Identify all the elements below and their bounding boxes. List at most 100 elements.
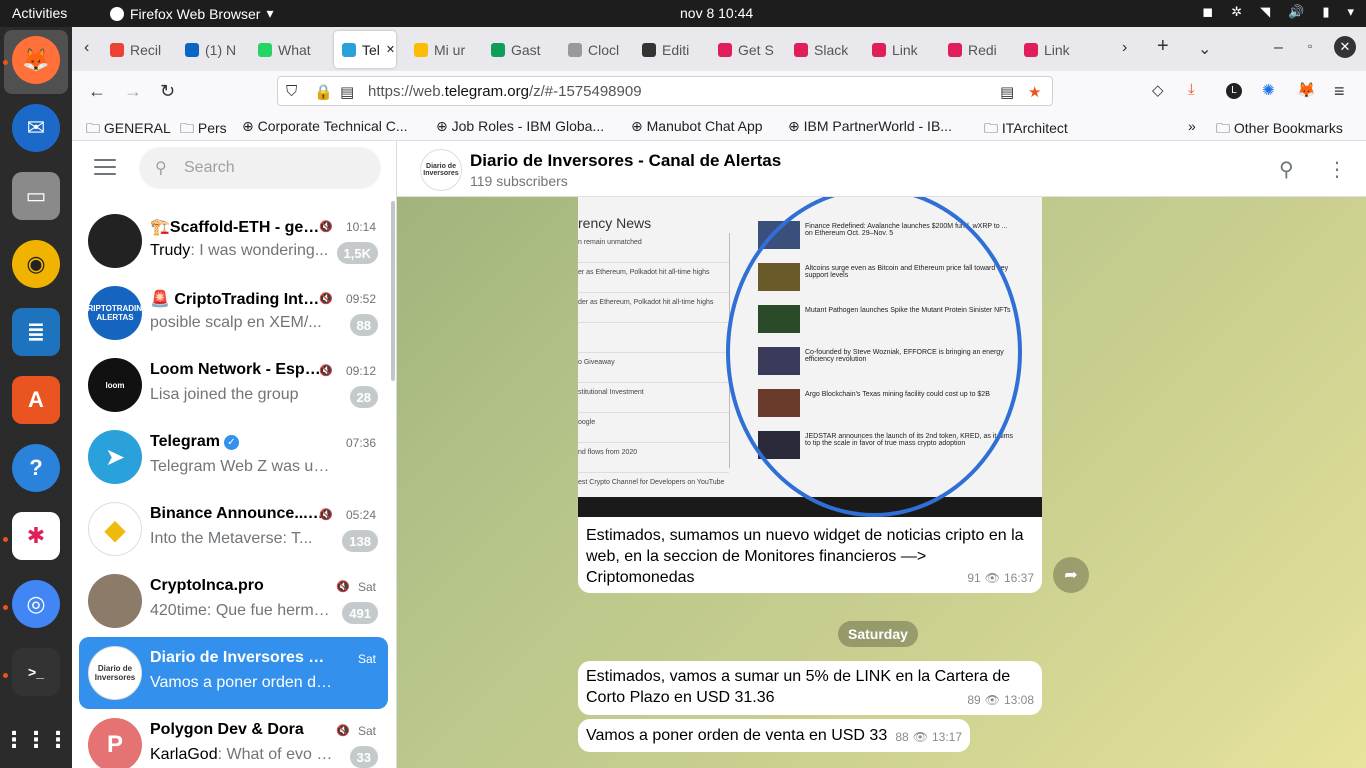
reload-button[interactable]: ↻ (160, 81, 175, 102)
browser-tab[interactable]: Link (872, 36, 932, 63)
slack-tray-icon[interactable]: ✲ (1231, 4, 1242, 20)
chat-list-item[interactable]: P Polygon Dev & Dora 🔇 Sat KarlaGod: What of… (79, 709, 388, 768)
firefox-icon (110, 6, 124, 21)
volume-icon[interactable]: 🔊 (1288, 4, 1304, 20)
downloads-icon[interactable]: ⤓ (1188, 81, 1195, 98)
bookmark-link[interactable]: ⊕ Manubot Chat App (631, 118, 763, 135)
tab-favicon-icon (258, 42, 272, 57)
other-bookmarks-folder[interactable]: 🗀 Other Bookmarks (1216, 118, 1343, 142)
pocket-icon[interactable]: ◇ (1152, 81, 1164, 99)
bookmark-folder[interactable]: 🗀 ITArchitect (984, 118, 1068, 142)
app-menu[interactable]: Firefox Web Browser ▾ (110, 5, 273, 22)
reader-view-icon[interactable]: ▤ (1000, 83, 1014, 101)
browser-tab[interactable]: Tel ✕ (334, 31, 396, 68)
message-bubble[interactable]: Estimados, vamos a sumar un 5% de LINK e… (578, 661, 1042, 715)
system-tray[interactable]: ◼ ✲ ◥ 🔊 ▮ ▾ (1202, 4, 1354, 20)
browser-tab[interactable]: Gast (491, 36, 551, 63)
more-options-icon[interactable]: ⋮ (1327, 157, 1347, 182)
search-input[interactable]: ⚲ Search (139, 147, 381, 189)
bookmark-star-icon[interactable]: ★ (1028, 83, 1041, 101)
chat-header[interactable]: Diario de Inversores Diario de Inversore… (397, 141, 1366, 197)
close-window-button[interactable]: ✕ (1334, 36, 1356, 58)
chat-last-message: posible scalp en XEM/... (150, 314, 335, 332)
chat-name-text: CryptoInca.pro (150, 577, 264, 594)
chat-list-item[interactable]: CRIPTOTRADING ALERTAS 🚨 CriptoTrading Int… (79, 277, 388, 349)
lock-icon[interactable]: 🔒 (314, 83, 333, 101)
bookmark-folder[interactable]: 🗀 GENERAL (86, 118, 171, 142)
views-count: 89 (967, 693, 981, 707)
rhythmbox-icon[interactable]: ◉ (12, 240, 60, 288)
metamask-icon[interactable]: 🦊 (1297, 81, 1316, 99)
browser-tab[interactable]: Redi (948, 36, 1008, 63)
firefox-icon[interactable]: 🦊 (12, 36, 60, 84)
wifi-icon[interactable]: ◥ (1260, 4, 1270, 20)
chat-list-scrollbar[interactable] (391, 201, 395, 381)
back-button[interactable]: ← (88, 81, 106, 102)
browser-tab[interactable]: Recil (110, 36, 170, 63)
chat-list-item[interactable]: ◆ Binance Announce... ✓ 🔇 05:24 Into the Meta… (79, 493, 388, 565)
chat-list-item[interactable]: ➤ Telegram✓ 07:36 Telegram Web Z was update… (79, 421, 388, 493)
list-all-tabs-icon[interactable]: ⌄ (1198, 39, 1211, 59)
browser-tab[interactable]: Slack (794, 36, 854, 63)
permissions-icon[interactable]: ▤ (340, 83, 354, 101)
tabs-scroll-left-icon[interactable]: ‹ (84, 39, 89, 57)
chat-list-item[interactable]: 🏗️Scaffold-ETH - gen... 🔇 10:14 Trudy: I wa… (79, 205, 388, 277)
chat-list-item[interactable]: Diario de Inversores Diario de Inversores… (79, 637, 388, 709)
bookmarks-overflow-icon[interactable]: » (1188, 118, 1196, 134)
chat-avatar: P (88, 718, 142, 768)
writer-icon[interactable]: ≣ (12, 308, 60, 356)
message-preview: Lisa joined the group (150, 386, 299, 403)
channel-title[interactable]: Diario de Inversores - Canal de Alertas (470, 151, 781, 171)
browser-tab[interactable]: Clocl (568, 36, 628, 63)
minimize-button[interactable]: – (1274, 39, 1283, 57)
extension-icon[interactable]: ✺ (1262, 81, 1275, 99)
battery-icon[interactable]: ▮ (1322, 4, 1329, 20)
browser-tab[interactable]: (1) N (185, 36, 245, 63)
bookmark-folder[interactable]: 🗀 Pers (180, 118, 227, 142)
chat-list-item[interactable]: CryptoInca.pro 🔇 Sat 420time: Que fue herma… (79, 565, 388, 637)
terminal-icon[interactable]: >_ (12, 648, 60, 696)
browser-tab[interactable]: Link (1024, 36, 1084, 63)
browser-tab[interactable]: What (258, 36, 318, 63)
url-bar[interactable]: ⛉ 🔒 ▤ https://web.telegram.org/z/#-15754… (277, 76, 1053, 106)
forward-button[interactable]: → (124, 81, 142, 102)
app-menu-icon[interactable]: ≡ (1334, 81, 1345, 102)
app-center-icon[interactable]: A (12, 376, 60, 424)
chat-time: 07:36 (345, 436, 376, 450)
search-icon[interactable]: ⚲ (1279, 157, 1294, 182)
show-apps-icon[interactable]: ⋮⋮⋮ (3, 716, 69, 764)
chrome-icon[interactable]: ◎ (12, 580, 60, 628)
message-photo[interactable]: rency News n remain unmatched er as Ether… (578, 197, 1042, 517)
account-icon[interactable]: L (1226, 83, 1242, 99)
message-preview: Into the Metaverse: T... (150, 530, 313, 547)
chat-last-message: Vamos a poner orden de vent... (150, 674, 335, 692)
tabs-scroll-right-icon[interactable]: › (1122, 39, 1127, 57)
new-tab-button[interactable]: + (1157, 35, 1169, 58)
chat-name-text: Diario de Inversores - C... (150, 649, 325, 666)
main-menu-icon[interactable] (94, 159, 116, 177)
message-bubble[interactable]: Estimados, sumamos un nuevo widget de no… (578, 517, 1042, 593)
url-text[interactable]: https://web.telegram.org/z/#-1575498909 (368, 83, 642, 100)
close-tab-icon[interactable]: ✕ (386, 43, 395, 56)
browser-tab[interactable]: Mi ur (414, 36, 474, 63)
maximize-button[interactable]: ▫ (1308, 39, 1312, 53)
photo-left-row: nd flows from 2020 (578, 443, 729, 473)
message-bubble[interactable]: Vamos a poner orden de venta en USD 33 8… (578, 719, 970, 752)
forward-button[interactable]: ➦ (1053, 557, 1089, 593)
bookmark-link[interactable]: ⊕ Job Roles - IBM Globa... (436, 118, 604, 135)
tracking-protection-icon[interactable]: ⛉ (286, 83, 297, 100)
power-menu-icon[interactable]: ▾ (1347, 4, 1354, 20)
bookmark-link[interactable]: ⊕ IBM PartnerWorld - IB... (788, 118, 952, 135)
help-icon[interactable]: ? (12, 444, 60, 492)
browser-tab[interactable]: Editi (642, 36, 702, 63)
channel-avatar[interactable]: Diario de Inversores (420, 149, 462, 191)
chat-list-item[interactable]: loom Loom Network - Espa... 🔇 09:12 Lisa joi… (79, 349, 388, 421)
zoom-icon[interactable]: ◼ (1202, 4, 1213, 20)
files-icon[interactable]: ▭ (12, 172, 60, 220)
thunderbird-icon[interactable]: ✉ (12, 104, 60, 152)
browser-tab[interactable]: Get S (718, 36, 778, 63)
bookmark-link[interactable]: ⊕ Corporate Technical C... (242, 118, 408, 135)
slack-icon[interactable]: ✱ (12, 512, 60, 560)
activities-button[interactable]: Activities (12, 5, 67, 21)
clock[interactable]: nov 8 10:44 (680, 5, 753, 21)
